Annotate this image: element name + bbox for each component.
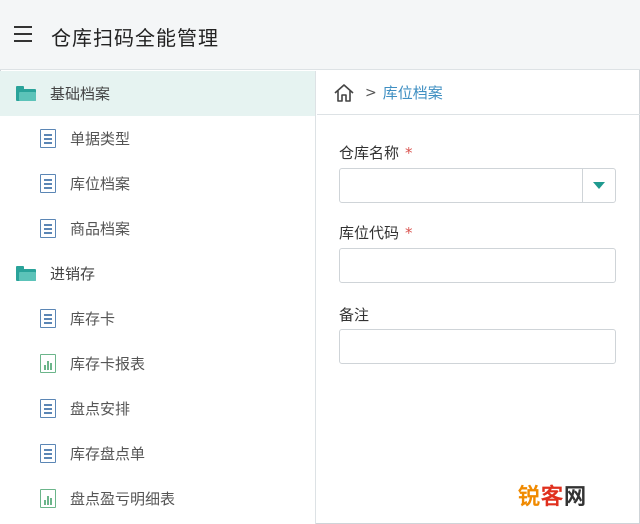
document-icon xyxy=(40,174,56,193)
app-header: 仓库扫码全能管理 xyxy=(0,0,640,70)
document-icon xyxy=(40,219,56,238)
sidebar-item-label: 库存卡报表 xyxy=(70,355,146,373)
report-icon xyxy=(40,489,56,508)
sidebar-item-label: 盘点安排 xyxy=(70,400,131,418)
sidebar: 基础档案 单据类型 库位档案 商品档案 进销存 库存卡 库存卡报表 盘点安排 库… xyxy=(0,71,316,524)
sidebar-item-product-archive[interactable]: 商品档案 xyxy=(0,206,315,251)
breadcrumb-current[interactable]: 库位档案 xyxy=(383,82,443,103)
sidebar-item-label: 单据类型 xyxy=(70,130,131,148)
sidebar-item-document-types[interactable]: 单据类型 xyxy=(0,116,315,161)
required-marker: * xyxy=(405,224,413,242)
sidebar-group-inventory[interactable]: 进销存 xyxy=(0,251,315,296)
watermark-part: 锐 xyxy=(518,485,542,510)
sidebar-group-label: 进销存 xyxy=(50,265,96,283)
sidebar-item-label: 商品档案 xyxy=(70,220,131,238)
folder-open-icon xyxy=(16,266,36,281)
watermark-part: 客 xyxy=(541,485,565,510)
sidebar-item-stock-card[interactable]: 库存卡 xyxy=(0,296,315,341)
breadcrumb: > 库位档案 xyxy=(317,71,640,115)
dropdown-toggle-button[interactable] xyxy=(582,169,615,202)
location-code-label: 库位代码 * xyxy=(339,222,413,243)
home-icon[interactable] xyxy=(333,83,355,103)
remark-input[interactable] xyxy=(339,329,616,364)
caret-down-icon xyxy=(593,182,605,189)
hamburger-menu-icon[interactable] xyxy=(14,26,34,44)
report-icon xyxy=(40,354,56,373)
warehouse-name-select[interactable] xyxy=(339,168,616,203)
document-icon xyxy=(40,444,56,463)
remark-label: 备注 xyxy=(339,304,369,325)
required-marker: * xyxy=(405,144,413,162)
field-label-text: 仓库名称 xyxy=(339,144,400,162)
document-icon xyxy=(40,129,56,148)
field-label-text: 备注 xyxy=(339,306,370,324)
sidebar-item-label: 库存卡 xyxy=(70,310,116,328)
sidebar-item-label: 库位档案 xyxy=(70,175,131,193)
sidebar-item-stocktake-schedule[interactable]: 盘点安排 xyxy=(0,386,315,431)
sidebar-group-basic-archives[interactable]: 基础档案 xyxy=(0,71,315,116)
watermark-part: 网 xyxy=(564,485,588,510)
folder-open-icon xyxy=(16,86,36,101)
document-icon xyxy=(40,399,56,418)
sidebar-item-location-archive[interactable]: 库位档案 xyxy=(0,161,315,206)
field-label-text: 库位代码 xyxy=(339,224,400,242)
sidebar-item-stocktake-sheet[interactable]: 库存盘点单 xyxy=(0,431,315,476)
sidebar-item-stock-card-report[interactable]: 库存卡报表 xyxy=(0,341,315,386)
document-icon xyxy=(40,309,56,328)
sidebar-group-label: 基础档案 xyxy=(50,85,111,103)
main-content: > 库位档案 仓库名称 * 库位代码 * 备注 xyxy=(317,71,640,524)
warehouse-name-label: 仓库名称 * xyxy=(339,142,413,163)
sidebar-item-label: 盘点盈亏明细表 xyxy=(70,490,176,508)
app-title: 仓库扫码全能管理 xyxy=(51,26,219,50)
sidebar-item-label: 库存盘点单 xyxy=(70,445,146,463)
breadcrumb-separator: > xyxy=(365,84,377,101)
sidebar-item-stocktake-variance-report[interactable]: 盘点盈亏明细表 xyxy=(0,476,315,521)
watermark-logo: 锐客网 xyxy=(518,479,587,511)
location-code-input[interactable] xyxy=(339,248,616,283)
